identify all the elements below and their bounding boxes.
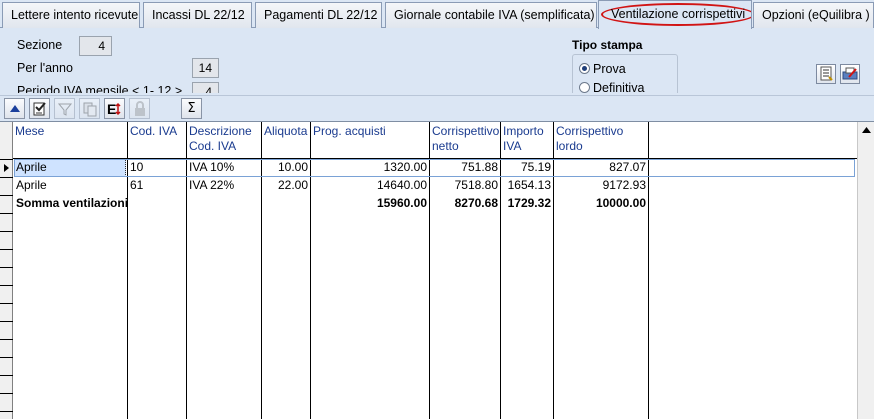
col-divider (186, 159, 187, 419)
highlight-oval: Ventilazione corrispettivi (601, 3, 751, 26)
cell-aliquota[interactable]: 10.00 (262, 159, 310, 177)
row-indicator-line (0, 285, 13, 286)
col-header-aliquota[interactable]: Aliquota (262, 122, 311, 159)
row-indicator-line (0, 303, 13, 304)
radio-prova-label: Prova (593, 62, 626, 76)
arrow-up-icon (9, 104, 20, 112)
filter-form: Sezione 4 Per l'anno 14 Periodo IVA mens… (0, 29, 874, 93)
row-indicator-line (0, 267, 13, 268)
cell-descrizione[interactable]: IVA 10% (187, 159, 261, 177)
cell-mese[interactable]: Aprile (14, 177, 126, 195)
edit-check-icon (33, 101, 46, 115)
row-indicator-line (0, 231, 13, 232)
cell-corrispettivo-lordo[interactable]: 9172.93 (554, 177, 648, 195)
tipo-stampa-title: Tipo stampa (572, 38, 643, 52)
filter-icon (57, 103, 72, 116)
col-divider (648, 159, 649, 419)
cell-corrispettivo-netto[interactable]: 7518.80 (430, 177, 500, 195)
move-up-button[interactable] (4, 98, 25, 119)
row-indicator-line (0, 159, 13, 160)
cell-total-prog-acquisti[interactable]: 15960.00 (311, 195, 429, 213)
cell-total-corrispettivo-netto[interactable]: 8270.68 (430, 195, 500, 213)
periodo-field[interactable]: 4 (192, 82, 219, 93)
row-indicator-line (0, 375, 13, 376)
ventilazione-grid: Mese Cod. IVA Descrizione Cod. IVA Aliqu… (0, 121, 874, 419)
scroll-up-arrow-icon (861, 127, 871, 133)
cell-aliquota[interactable]: 22.00 (262, 177, 310, 195)
cell-descrizione[interactable]: IVA 22% (187, 177, 261, 195)
lock-button[interactable] (129, 98, 150, 119)
cell-total-label[interactable]: Somma ventilazioni (14, 195, 127, 213)
cell-importo-iva[interactable]: 1654.13 (501, 177, 553, 195)
col-header-corrispettivo-netto[interactable]: Corrispettivo netto (430, 122, 501, 159)
excel-export-button[interactable]: E (104, 98, 125, 119)
scroll-up-button[interactable] (858, 122, 874, 138)
radio-prova[interactable]: Prova (579, 62, 626, 76)
cell-total-importo-iva[interactable]: 1729.32 (501, 195, 553, 213)
cell-cod-iva[interactable]: 10 (128, 159, 186, 177)
cell-total-corrispettivo-lordo[interactable]: 10000.00 (554, 195, 648, 213)
tab-opzioni[interactable]: Opzioni (eQuilibra ) (753, 2, 874, 28)
cell-importo-iva[interactable]: 75.19 (501, 159, 553, 177)
preview-button[interactable] (816, 64, 836, 84)
col-header-cod-iva[interactable]: Cod. IVA (128, 122, 187, 159)
col-header-filler (649, 122, 857, 159)
cell-corrispettivo-netto[interactable]: 751.88 (430, 159, 500, 177)
excel-export-icon: E (107, 101, 121, 117)
tab-giornale-contabile[interactable]: Giornale contabile IVA (semplificata) (385, 2, 597, 28)
lock-icon (134, 100, 145, 116)
edit-button[interactable] (29, 98, 50, 119)
cell-cod-iva[interactable]: 61 (128, 177, 186, 195)
cell-prog-acquisti[interactable]: 1320.00 (311, 159, 429, 177)
col-header-prog-acquisti[interactable]: Prog. acquisti (311, 122, 430, 159)
copy-button[interactable] (79, 98, 100, 119)
vertical-scrollbar[interactable] (857, 122, 874, 419)
current-row-icon (4, 164, 9, 172)
radio-prova-dot (579, 63, 590, 74)
periodo-label: Periodo IVA mensile < 1- 12 > (17, 84, 183, 93)
tab-incassi[interactable]: Incassi DL 22/12 (143, 2, 252, 28)
col-header-importo-iva[interactable]: Importo IVA (501, 122, 554, 159)
radio-definitiva[interactable]: Definitiva (579, 81, 644, 93)
col-header-mese[interactable]: Mese (13, 122, 128, 159)
tab-pagamenti[interactable]: Pagamenti DL 22/12 (255, 2, 382, 28)
row-indicator-line (0, 195, 13, 196)
anno-label: Per l'anno (17, 61, 73, 75)
row-indicator-line (0, 213, 13, 214)
row-indicator-line (0, 249, 13, 250)
preview-icon (820, 66, 833, 81)
row-indicator-line (0, 339, 13, 340)
row-indicator-line (0, 177, 13, 178)
cell-prog-acquisti[interactable]: 14640.00 (311, 177, 429, 195)
anno-field[interactable]: 14 (192, 58, 219, 78)
cell-mese[interactable]: Aprile (14, 159, 126, 177)
sezione-label: Sezione (17, 38, 63, 52)
tipo-stampa-group: Prova Definitiva (572, 54, 678, 93)
col-header-descrizione[interactable]: Descrizione Cod. IVA (187, 122, 262, 159)
tab-ventilazione-label: Ventilazione corrispettivi (611, 7, 746, 21)
tab-lettere-intento[interactable]: Lettere intento ricevute (2, 2, 140, 28)
grid-toolbar: E Σ (0, 95, 874, 121)
col-divider (261, 159, 262, 419)
sum-button[interactable]: Σ (181, 98, 202, 119)
radio-definitiva-dot (579, 82, 590, 93)
sum-icon: Σ (187, 101, 196, 116)
row-indicator-line (0, 321, 13, 322)
row-indicator-line (0, 357, 13, 358)
printer-edit-icon (842, 67, 858, 80)
sezione-field[interactable]: 4 (79, 36, 112, 56)
radio-definitiva-label: Definitiva (593, 81, 645, 93)
filter-button[interactable] (54, 98, 75, 119)
row-indicator-line (0, 393, 13, 394)
col-divider (127, 159, 128, 419)
svg-text:E: E (107, 101, 116, 117)
cell-corrispettivo-lordo[interactable]: 827.07 (554, 159, 648, 177)
print-button[interactable] (840, 64, 860, 84)
tab-ventilazione-corrispettivi[interactable]: Ventilazione corrispettivi (598, 0, 752, 29)
copy-icon (83, 102, 96, 116)
col-header-corrispettivo-lordo[interactable]: Corrispettivo lordo (554, 122, 649, 159)
tab-bar: Lettere intento ricevute Incassi DL 22/1… (0, 0, 874, 29)
row-indicator-line (0, 411, 13, 412)
